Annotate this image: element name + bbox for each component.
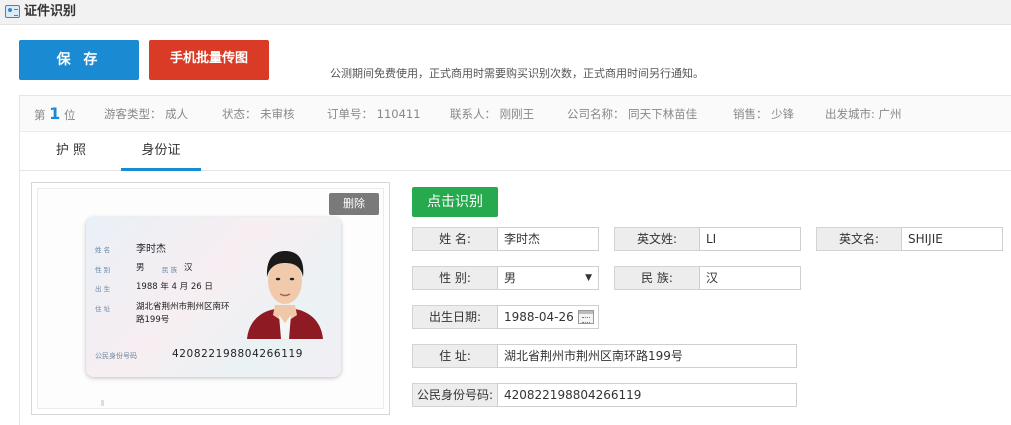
company-name: 公司名称： 同天下林苗佳 [567,107,698,121]
surname-en-field[interactable]: LI [699,227,801,251]
recognize-button[interactable]: 点击识别 [412,187,498,217]
beta-notice: 公测期间免费使用，正式商用时需要购买识别次数，正式商用时间另行通知。 [330,67,704,80]
window-title: 证件识别 [24,4,77,19]
birth-date-value: 1988-04-26 [504,310,574,324]
rank-suffix: 位 [63,108,76,122]
gender-select[interactable]: 男 ▼ [497,266,599,290]
id-card-image: 姓 名 李时杰 性 别 男 民 族 汉 出 生 1988 年 4 月 26 日 … [86,217,341,377]
mobile-batch-upload-button[interactable]: 手机批量传图 [149,40,269,80]
tab-passport[interactable]: 护 照 [40,133,102,171]
name-field[interactable]: 李时杰 [497,227,599,251]
card-name-label: 姓 名 [95,246,111,254]
card-address-line2: 路199号 [136,315,170,325]
save-button[interactable]: 保 存 [19,40,139,80]
rank-prefix: 第 [34,108,46,122]
window-titlebar: 证件识别 [0,0,1011,25]
calendar-icon[interactable] [578,310,594,324]
id-number-field[interactable]: 420822198804266119 [497,383,797,407]
traveler-rank: 第 1 位 [34,96,75,132]
id-card-icon [5,5,20,18]
ethnicity-field[interactable]: 汉 [699,266,801,290]
rank-number: 1 [49,104,61,123]
card-gender-label: 性 别 [95,266,111,274]
given-en-label: 英文名: [816,227,902,251]
card-name: 李时杰 [136,244,166,255]
tab-id-card[interactable]: 身份证 [121,133,201,171]
card-birth-label: 出 生 [95,285,111,293]
traveler-info-row: 第 1 位 游客类型： 成人 状态： 未审核 订单号： 110411 联系人： … [20,96,1011,132]
status-text: 状态： 未审核 [222,107,295,121]
birth-date-label: 出生日期: [412,305,498,329]
tourist-type: 游客类型： 成人 [104,107,189,121]
ethnicity-label: 民 族: [614,266,700,290]
given-en-field[interactable]: SHIJIE [901,227,1003,251]
card-birth: 1988 年 4 月 26 日 [136,282,213,292]
document-tabs: 护 照 身份证 [20,133,1011,171]
name-label: 姓 名: [412,227,498,251]
address-field[interactable]: 湖北省荆州市荆州区南环路199号 [497,344,797,368]
id-number-label: 公民身份号码: [412,383,498,407]
card-gender: 男 [136,263,145,273]
card-ethnicity-label: 民 族 [162,266,178,274]
portrait-photo [247,251,323,339]
delete-photo-button[interactable]: 删除 [329,193,379,215]
surname-en-label: 英文姓: [614,227,700,251]
card-address-line1: 湖北省荆州市荆州区南环 [136,302,230,312]
card-id-label: 公民身份号码 [95,352,137,360]
order-number: 订单号： 110411 [327,107,421,121]
gender-selected-value: 男 [504,271,517,285]
address-label: 住 址: [412,344,498,368]
birth-date-field[interactable]: 1988-04-26 [497,305,599,329]
card-ethnicity: 汉 [184,263,193,273]
card-address-label: 住 址 [95,305,111,313]
card-id-number: 420822198804266119 [172,348,304,360]
photo-artifact [101,400,104,406]
sales-person: 销售： 少锋 [733,107,795,121]
gender-label: 性 别: [412,266,498,290]
contact-person: 联系人： 刚刚王 [450,107,535,121]
departure-city: 出发城市: 广州 [825,107,902,121]
chevron-down-icon: ▼ [585,273,592,283]
